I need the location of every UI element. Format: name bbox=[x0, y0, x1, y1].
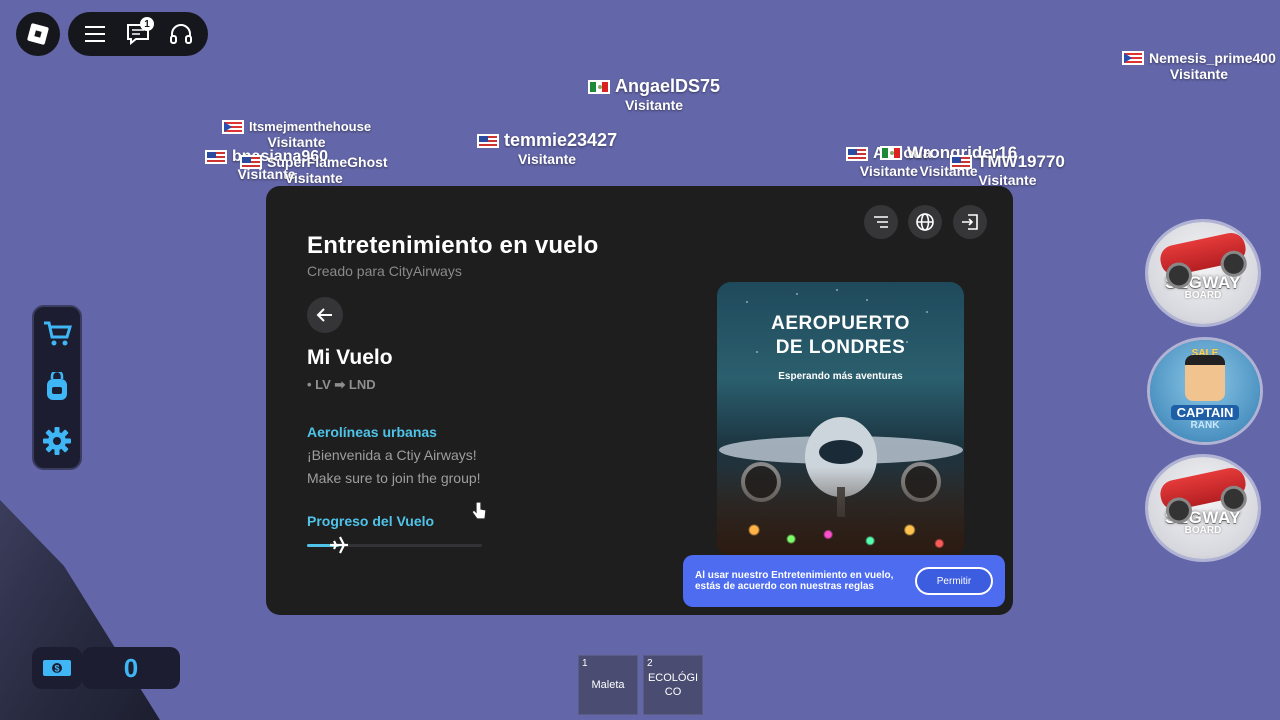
player-name: TMW19770 bbox=[977, 152, 1065, 171]
money-icon: $ bbox=[32, 647, 82, 689]
arrow-left-icon bbox=[316, 308, 332, 322]
exit-button[interactable] bbox=[953, 205, 987, 239]
us-flag-icon bbox=[477, 133, 499, 148]
list-button[interactable] bbox=[864, 205, 898, 239]
consent-banner: Al usar nuestro Entretenimiento en vuelo… bbox=[683, 555, 1005, 607]
captain-avatar-icon bbox=[1185, 355, 1225, 401]
player-tag: SuperFlameGhost Visitante bbox=[240, 154, 388, 186]
modal-title: Entretenimiento en vuelo bbox=[307, 232, 599, 259]
plane-icon bbox=[330, 536, 348, 554]
puerto-rico-flag-icon bbox=[1122, 51, 1144, 65]
progress-label: Progreso del Vuelo bbox=[307, 513, 435, 529]
settings-button[interactable] bbox=[37, 421, 77, 461]
roblox-menu-button[interactable] bbox=[16, 12, 60, 56]
hoverboard-icon bbox=[1157, 230, 1249, 278]
headset-icon[interactable] bbox=[168, 21, 194, 47]
flight-progress-bar bbox=[307, 536, 482, 554]
player-name: temmie23427 bbox=[504, 130, 618, 150]
player-name: SuperFlameGhost bbox=[267, 154, 388, 170]
slot-number: 1 bbox=[582, 658, 588, 669]
player-tag: Itsmejmenthehouse Visitante bbox=[222, 119, 371, 150]
hoverboard-icon bbox=[1157, 465, 1249, 513]
player-name: AngaelDS75 bbox=[615, 76, 721, 96]
slot-number: 2 bbox=[647, 658, 653, 669]
svg-text:$: $ bbox=[54, 664, 59, 674]
item-subtitle: BOARD bbox=[1184, 290, 1222, 301]
item-subtitle: RANK bbox=[1190, 420, 1220, 431]
player-tag: Nemesis_prime400 Visitante bbox=[1122, 50, 1276, 82]
player-role: Visitante bbox=[624, 97, 684, 113]
hand-cursor-icon bbox=[471, 501, 487, 520]
puerto-rico-flag-icon bbox=[222, 119, 244, 134]
exit-icon bbox=[962, 214, 978, 230]
us-flag-icon bbox=[846, 147, 868, 161]
poster-title-line1: AEROPUERTO bbox=[771, 313, 910, 334]
shop-button[interactable] bbox=[37, 314, 77, 354]
backpack-button[interactable] bbox=[37, 367, 77, 407]
airline-name: Aerolíneas urbanas bbox=[307, 424, 437, 440]
group-message: Make sure to join the group! bbox=[307, 470, 481, 486]
poster-title: AEROPUERTO DE LONDRES bbox=[717, 312, 964, 360]
back-button[interactable] bbox=[307, 297, 343, 333]
chat-icon[interactable]: 1 bbox=[125, 17, 154, 47]
mexico-flag-icon bbox=[588, 79, 610, 94]
poster-title-line2: DE LONDRES bbox=[775, 337, 906, 358]
consent-text: Al usar nuestro Entretenimiento en vuelo… bbox=[695, 570, 894, 592]
allow-button[interactable]: Permitir bbox=[915, 567, 993, 595]
us-flag-icon bbox=[205, 150, 227, 164]
player-role: Visitante bbox=[517, 151, 577, 167]
cart-icon bbox=[44, 321, 72, 346]
item-subtitle: BOARD bbox=[1184, 525, 1222, 536]
slot-label: Maleta bbox=[591, 679, 625, 691]
player-tag: TMW19770 Visitante bbox=[950, 152, 1065, 188]
gear-icon bbox=[43, 427, 71, 456]
hamburger-menu-icon[interactable] bbox=[82, 21, 108, 47]
runway-lights bbox=[717, 467, 964, 557]
player-name: Itsmejmenthehouse bbox=[249, 119, 372, 134]
flight-title: Mi Vuelo bbox=[307, 346, 393, 369]
item-title: CAPTAIN bbox=[1170, 405, 1240, 420]
segway-board-item[interactable]: SEGWAY BOARD bbox=[1148, 457, 1258, 559]
notification-badge: 1 bbox=[139, 17, 154, 31]
hotbar-slot-2[interactable]: 2 ECOLÓGICO bbox=[643, 655, 703, 715]
language-button[interactable] bbox=[908, 205, 942, 239]
segway-board-item[interactable]: SEGWAY BOARD bbox=[1148, 222, 1258, 324]
poster-subtitle: Esperando más aventuras bbox=[778, 371, 903, 382]
slot-label: ECOLÓGICO bbox=[647, 672, 699, 698]
player-tag: temmie23427 Visitante bbox=[477, 130, 617, 167]
modal-subtitle: Creado para CityAirways bbox=[307, 263, 462, 279]
flight-route: • LV ➡ LND bbox=[307, 377, 376, 392]
welcome-message: ¡Bienvenida a Ctiy Airways! bbox=[307, 447, 477, 463]
captain-rank-item[interactable]: SALE CAPTAIN RANK bbox=[1150, 340, 1260, 442]
side-menu bbox=[32, 305, 82, 470]
roblox-logo-icon bbox=[26, 22, 50, 46]
player-role: Visitante bbox=[1169, 66, 1228, 82]
inflight-entertainment-modal: Entretenimiento en vuelo Creado para Cit… bbox=[266, 186, 1013, 615]
destination-poster: AEROPUERTO DE LONDRES Esperando más aven… bbox=[717, 282, 964, 557]
us-flag-icon bbox=[950, 155, 972, 169]
player-tag: AngaelDS75 Visitante bbox=[588, 76, 720, 113]
globe-icon bbox=[916, 213, 934, 231]
player-role: Visitante bbox=[284, 170, 343, 186]
top-bar: 1 bbox=[68, 12, 208, 56]
mexico-flag-icon bbox=[880, 146, 902, 160]
player-name: Nemesis_prime400 bbox=[1149, 50, 1276, 66]
us-flag-icon bbox=[240, 155, 262, 169]
list-icon bbox=[874, 216, 888, 228]
money-counter: 0 bbox=[82, 647, 180, 689]
hotbar-slot-1[interactable]: 1 Maleta bbox=[578, 655, 638, 715]
backpack-icon bbox=[47, 372, 67, 401]
